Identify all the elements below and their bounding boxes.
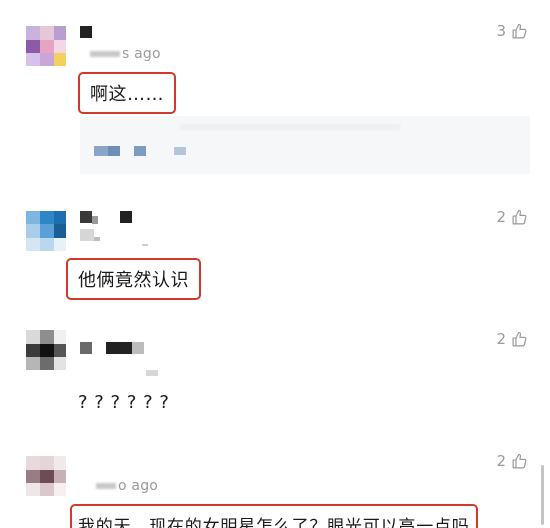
like-button[interactable]: 2: [496, 330, 528, 348]
comment-text: 啊这……: [78, 72, 176, 114]
avatar[interactable]: [26, 26, 66, 66]
avatar[interactable]: [26, 330, 66, 370]
reply-preview[interactable]: [80, 116, 530, 174]
like-count: 2: [496, 208, 506, 226]
like-button[interactable]: 2: [496, 208, 528, 226]
comment-text: 他俩竟然认识: [66, 258, 201, 300]
like-count: 2: [496, 330, 506, 348]
like-count: 3: [496, 22, 506, 40]
thumbs-up-icon: [511, 23, 528, 40]
avatar[interactable]: [26, 211, 66, 251]
like-button[interactable]: 2: [496, 452, 528, 470]
timestamp: s ago: [90, 46, 161, 62]
thumbs-up-icon: [511, 331, 528, 348]
like-button[interactable]: 3: [496, 22, 528, 40]
like-count: 2: [496, 452, 506, 470]
thumbs-up-icon: [511, 209, 528, 226]
comment-text: ? ? ? ? ? ?: [78, 392, 170, 413]
thumbs-up-icon: [511, 453, 528, 470]
timestamp: o ago: [96, 478, 158, 494]
scrollbar[interactable]: [541, 465, 544, 525]
comment-text: 我的天，现在的女明星怎么了？眼光可以高一点吗: [70, 504, 478, 528]
comment-feed: s ago 3 啊这…… 2 他俩竟然认识 2 ? ? ? ? ? ? o ag…: [0, 0, 550, 528]
avatar[interactable]: [26, 456, 66, 496]
